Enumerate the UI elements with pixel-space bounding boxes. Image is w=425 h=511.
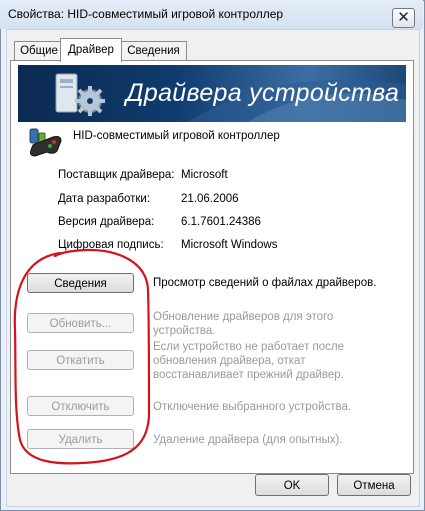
disable-button[interactable]: Отключить	[27, 396, 134, 416]
details-button[interactable]: Сведения	[27, 273, 134, 293]
close-icon: ✕	[397, 9, 410, 26]
date-value: 21.06.2006	[181, 193, 239, 205]
update-description: Обновление драйверов для этого устройств…	[153, 310, 333, 338]
provider-label: Поставщик драйвера:	[58, 169, 175, 181]
gamepad-icon	[29, 128, 62, 157]
tab-driver[interactable]: Драйвер	[60, 38, 122, 62]
title-bar[interactable]: Свойства: HID-совместимый игровой контро…	[0, 0, 423, 29]
rollback-description-line: обновления драйвера, откат	[153, 355, 306, 367]
provider-value: Microsoft	[181, 169, 228, 181]
uninstall-button[interactable]: Удалить	[27, 429, 134, 449]
version-value: 6.1.7601.24386	[181, 216, 261, 228]
update-description-line: Обновление драйверов для этого	[153, 311, 334, 323]
details-description-line: Просмотр сведений о файлах драйверов.	[153, 277, 377, 289]
disable-description: Отключение выбранного устройства.	[153, 400, 351, 414]
banner-title: Драйвера устройства	[126, 79, 400, 107]
window-title: Свойства: HID-совместимый игровой контро…	[8, 7, 284, 21]
update-button[interactable]: Обновить...	[27, 313, 134, 333]
version-label: Версия драйвера:	[58, 216, 155, 228]
computer-gear-icon	[55, 73, 105, 116]
date-label: Дата разработки:	[58, 193, 151, 205]
signature-value: Microsoft Windows	[181, 239, 278, 251]
ok-button[interactable]: OK	[255, 474, 329, 496]
rollback-description: Если устройство не работает после обновл…	[153, 340, 344, 382]
uninstall-description: Удаление драйвера (для опытных).	[153, 433, 343, 447]
cancel-button[interactable]: Отмена	[337, 474, 411, 496]
tab-details[interactable]: Сведения	[120, 41, 187, 61]
rollback-button[interactable]: Откатить	[27, 350, 134, 370]
rollback-description-line: Если устройство не работает после	[153, 341, 345, 353]
disable-description-line: Отключение выбранного устройства.	[153, 401, 352, 413]
device-name: HID-совместимый игровой контроллер	[73, 130, 280, 142]
details-description: Просмотр сведений о файлах драйверов.	[153, 276, 376, 290]
signature-label: Цифровая подпись:	[58, 239, 164, 251]
rollback-description-line: восстанавливает прежний драйвер.	[153, 369, 344, 381]
update-description-line: устройства.	[153, 325, 216, 337]
banner: Драйвера устройства	[18, 65, 406, 122]
uninstall-description-line: Удаление драйвера (для опытных).	[153, 434, 343, 446]
close-button[interactable]: ✕	[392, 8, 415, 28]
tab-general[interactable]: Общие	[14, 41, 64, 61]
